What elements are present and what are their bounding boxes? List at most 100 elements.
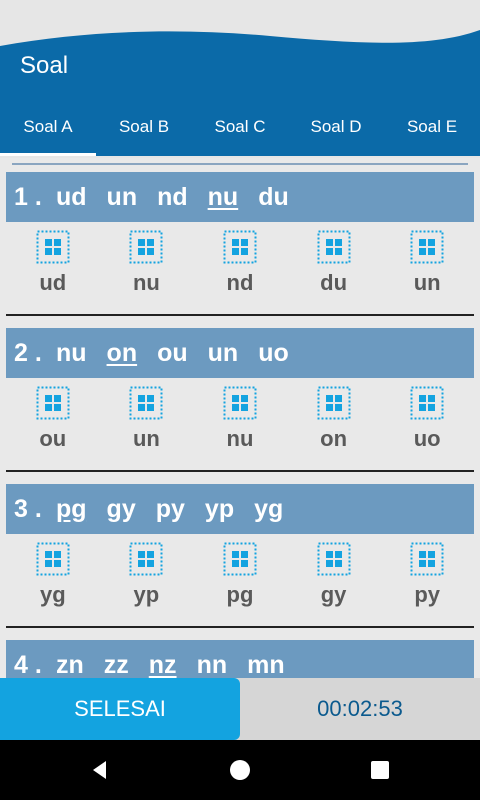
answer-label: un: [413, 270, 441, 295]
question-choice: nd: [157, 182, 188, 211]
tab-soal-a[interactable]: Soal A: [0, 98, 96, 156]
back-icon[interactable]: [88, 758, 112, 782]
question-choice: yp: [204, 494, 235, 523]
answer-option[interactable]: ud: [6, 222, 100, 314]
grid-checkbox-icon[interactable]: [36, 542, 70, 576]
question-choice: mn: [247, 650, 285, 679]
home-icon[interactable]: [228, 758, 252, 782]
question-choice: nn: [196, 650, 228, 679]
answer-option[interactable]: un: [380, 222, 474, 314]
answer-options: ou un nu on uo: [6, 378, 474, 470]
grid-checkbox-icon[interactable]: [410, 542, 444, 576]
answer-options: ud nu nd du un: [6, 222, 474, 314]
header-wave-background: [0, 30, 480, 100]
tab-soal-b[interactable]: Soal B: [96, 98, 192, 156]
grid-checkbox-icon[interactable]: [223, 386, 257, 420]
answer-label: nu: [132, 270, 160, 295]
answer-option[interactable]: py: [380, 534, 474, 626]
bottom-bar: SELESAI 00:02:53: [0, 678, 480, 740]
grid-checkbox-icon[interactable]: [410, 386, 444, 420]
grid-checkbox-icon[interactable]: [317, 386, 351, 420]
grid-checkbox-icon[interactable]: [317, 542, 351, 576]
answer-label: yp: [133, 582, 160, 607]
question-choice: zz: [103, 650, 129, 679]
answer-option[interactable]: pg: [193, 534, 287, 626]
grid-checkbox-icon[interactable]: [129, 386, 163, 420]
question-choice: zn: [56, 650, 84, 679]
tab-bar: Soal A Soal B Soal C Soal D Soal E: [0, 98, 480, 156]
answer-option[interactable]: yp: [100, 534, 194, 626]
question-choice: ud: [56, 182, 87, 211]
recents-icon[interactable]: [368, 758, 392, 782]
answer-option[interactable]: nu: [100, 222, 194, 314]
tab-soal-c[interactable]: Soal C: [192, 98, 288, 156]
answer-label: nd: [226, 270, 254, 295]
grid-checkbox-icon[interactable]: [223, 230, 257, 264]
question-choice: yg: [254, 494, 284, 523]
grid-checkbox-icon[interactable]: [129, 542, 163, 576]
grid-checkbox-icon[interactable]: [223, 542, 257, 576]
question-bar: 3 . pg gy py yp yg: [6, 484, 474, 534]
list-top-divider: [12, 163, 468, 165]
question-number: 3 .: [14, 494, 42, 523]
grid-checkbox-icon[interactable]: [317, 230, 351, 264]
question-choice: ou: [157, 338, 188, 367]
answer-option[interactable]: nd: [193, 222, 287, 314]
timer: 00:02:53: [317, 696, 403, 721]
question-bar: 1 . ud un nd nu du: [6, 172, 474, 222]
tab-soal-e[interactable]: Soal E: [384, 98, 480, 156]
answer-option[interactable]: nu: [193, 378, 287, 470]
question-choice-underlined: nu: [207, 182, 239, 211]
answer-label: du: [320, 270, 348, 295]
question-choice-underlined: on: [106, 338, 138, 367]
question-bar: 4 . zn zz nz nn mn: [6, 640, 474, 678]
question-number: 1 .: [14, 182, 42, 211]
answer-option[interactable]: uo: [380, 378, 474, 470]
answer-label: py: [414, 582, 441, 607]
question-choice: un: [106, 182, 138, 211]
question-choice-underlined: pg: [56, 494, 87, 523]
answer-options: yg yp pg gy py: [6, 534, 474, 626]
grid-checkbox-icon[interactable]: [410, 230, 444, 264]
answer-label: un: [132, 426, 160, 451]
answer-option[interactable]: du: [287, 222, 381, 314]
question-choice: uo: [258, 338, 289, 367]
finish-button[interactable]: SELESAI: [0, 678, 240, 740]
answer-option[interactable]: on: [287, 378, 381, 470]
question-3: 3 . pg gy py yp yg yg yp pg gy py: [6, 484, 474, 628]
answer-label: gy: [320, 582, 347, 607]
question-choice-underlined: nz: [148, 650, 177, 679]
question-choice: un: [207, 338, 239, 367]
question-1: 1 . ud un nd nu du ud nu nd du un: [6, 172, 474, 316]
question-number: 4 .: [14, 650, 42, 679]
answer-option[interactable]: gy: [287, 534, 381, 626]
page-title: Soal: [20, 52, 69, 79]
answer-option[interactable]: ou: [6, 378, 100, 470]
answer-option[interactable]: un: [100, 378, 194, 470]
grid-checkbox-icon[interactable]: [36, 230, 70, 264]
system-nav-bar: [0, 740, 480, 800]
answer-option[interactable]: yg: [6, 534, 100, 626]
question-4: 4 . zn zz nz nn mn: [6, 640, 474, 678]
answer-label: uo: [413, 426, 441, 451]
question-2: 2 . nu on ou un uo ou un nu on uo: [6, 328, 474, 472]
question-choice: du: [258, 182, 289, 211]
question-bar: 2 . nu on ou un uo: [6, 328, 474, 378]
tab-soal-d[interactable]: Soal D: [288, 98, 384, 156]
answer-label: ou: [39, 426, 67, 451]
answer-label: pg: [226, 582, 254, 607]
question-divider: [6, 470, 474, 472]
answer-label: yg: [39, 582, 66, 607]
grid-checkbox-icon[interactable]: [129, 230, 163, 264]
question-number: 2 .: [14, 338, 42, 367]
question-choice: nu: [56, 338, 87, 367]
question-list[interactable]: 1 . ud un nd nu du ud nu nd du un 2 . nu…: [0, 158, 480, 678]
question-choice: gy: [106, 494, 136, 523]
question-divider: [6, 314, 474, 316]
answer-label: on: [320, 426, 348, 451]
answer-label: ud: [39, 270, 67, 295]
question-choice: py: [155, 494, 185, 523]
grid-checkbox-icon[interactable]: [36, 386, 70, 420]
answer-label: nu: [226, 426, 254, 451]
question-divider: [6, 626, 474, 628]
